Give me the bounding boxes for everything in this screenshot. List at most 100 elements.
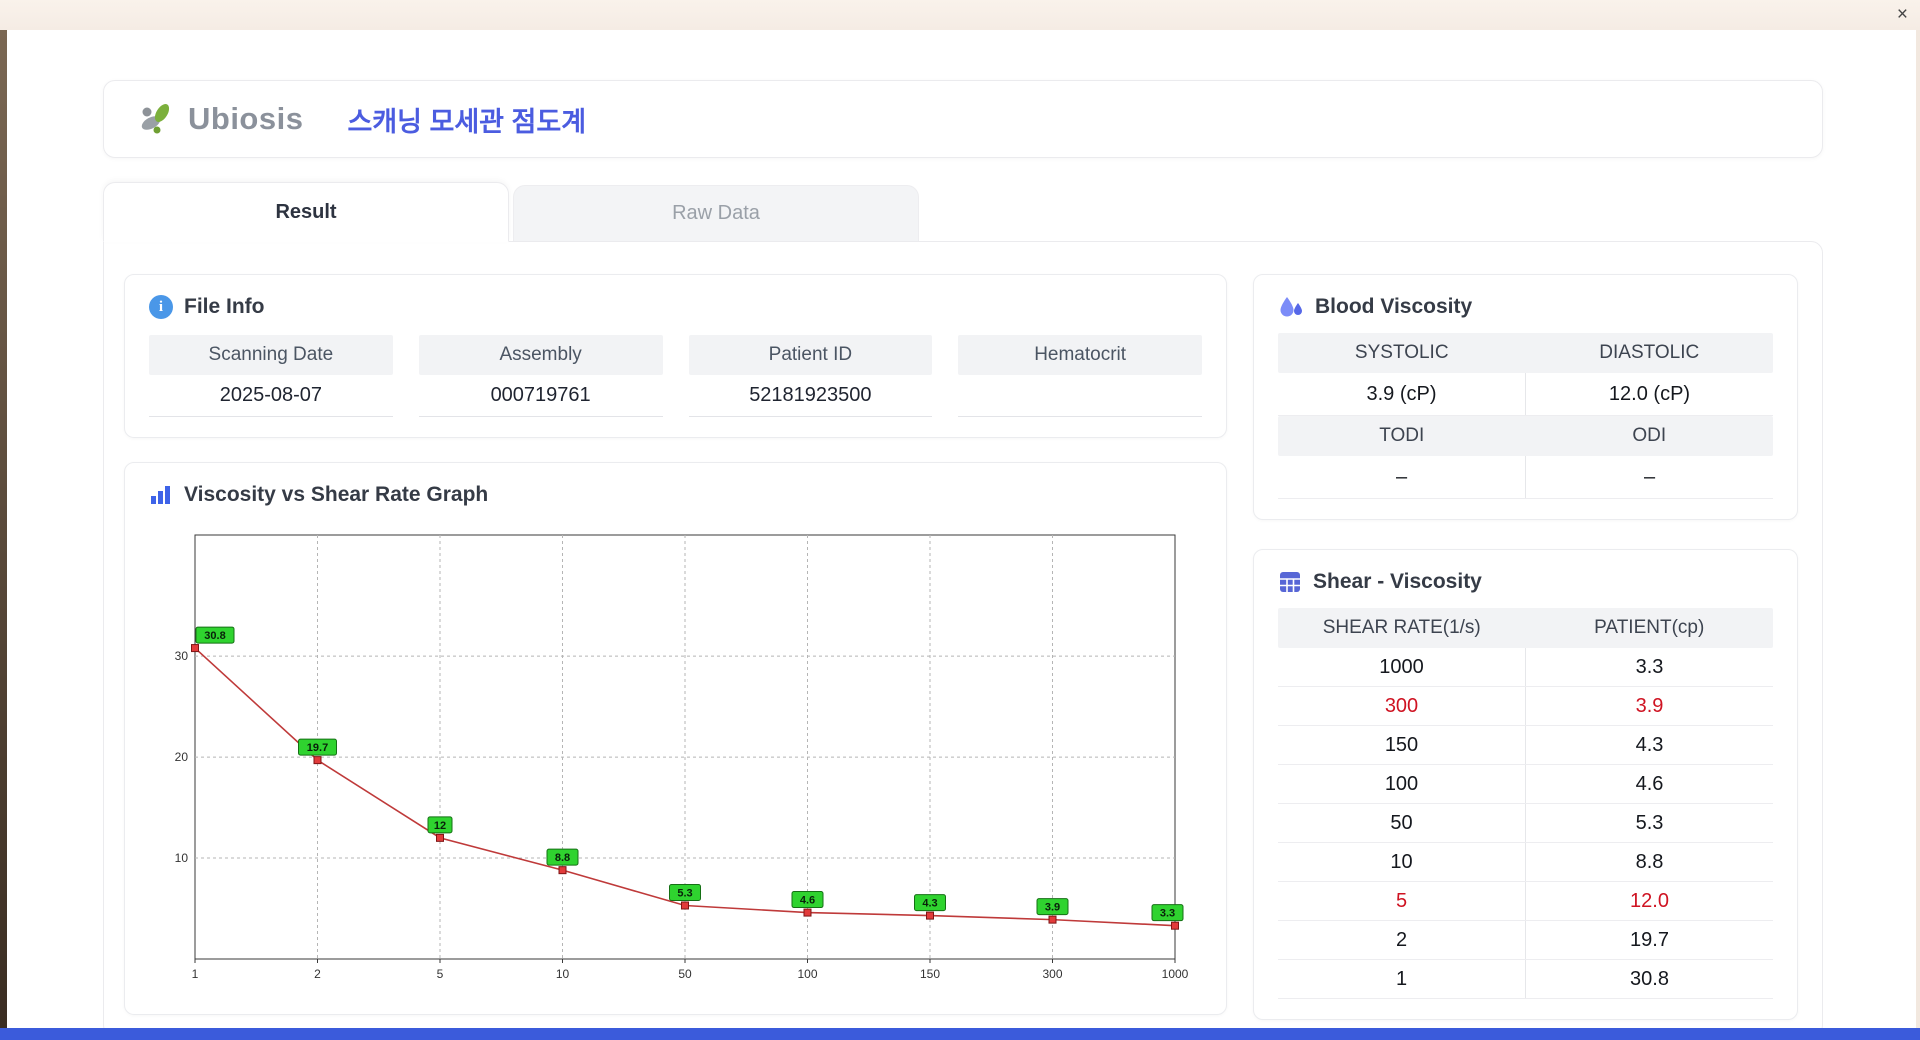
svg-text:3.9: 3.9: [1045, 902, 1060, 914]
svg-text:300: 300: [1042, 967, 1062, 981]
table-header-row: TODI ODI: [1278, 416, 1773, 456]
tab-bar: Result Raw Data: [103, 182, 1823, 242]
file-info-field: Assembly 000719761: [418, 335, 663, 417]
desktop-left-strip: [0, 30, 7, 1028]
column-header: TODI: [1379, 425, 1425, 446]
svg-text:8.8: 8.8: [555, 852, 570, 864]
patient-cell: 8.8: [1525, 843, 1773, 881]
left-column: i File Info Scanning Date 2025-08-07 Ass…: [124, 274, 1227, 1020]
bar-chart-icon: [151, 486, 170, 504]
shear-rate-cell: 5: [1395, 889, 1408, 912]
page-title: 스캐닝 모세관 점도계: [347, 106, 587, 137]
blood-viscosity-title: Blood Viscosity: [1315, 295, 1473, 318]
patient-cell: 12.0: [1525, 882, 1773, 920]
close-icon[interactable]: ×: [1897, 4, 1908, 26]
svg-text:30: 30: [175, 649, 189, 663]
table-row: 2 19.7: [1278, 921, 1773, 960]
shear-viscosity-title: Shear - Viscosity: [1313, 570, 1482, 593]
app-window: Ubiosis 스캐닝 모세관 점도계 Result Raw Data i Fi…: [7, 30, 1916, 1037]
shear-rate-cell: 10: [1390, 850, 1413, 873]
svg-text:1000: 1000: [1162, 967, 1189, 981]
odi-value: –: [1525, 456, 1773, 498]
svg-text:4.3: 4.3: [922, 898, 937, 910]
table-row: 300 3.9: [1278, 687, 1773, 726]
field-value: 2025-08-07: [149, 375, 393, 417]
droplet-icon: [1280, 297, 1302, 317]
table-row: 150 4.3: [1278, 726, 1773, 765]
table-row: 5 12.0: [1278, 882, 1773, 921]
column-header-shear-rate: SHEAR RATE(1/s): [1322, 617, 1481, 638]
file-info-fields: Scanning Date 2025-08-07 Assembly 000719…: [149, 335, 1202, 417]
ubiosis-logo: Ubiosis: [138, 99, 303, 139]
shear-rate-cell: 1000: [1379, 655, 1424, 678]
patient-cell: 19.7: [1525, 921, 1773, 959]
blood-viscosity-table: SYSTOLIC DIASTOLIC 3.9 (cP) 12.0 (cP) TO…: [1278, 333, 1773, 499]
svg-text:5: 5: [437, 967, 444, 981]
svg-text:100: 100: [797, 967, 817, 981]
shear-rate-cell: 100: [1384, 772, 1419, 795]
result-panel: i File Info Scanning Date 2025-08-07 Ass…: [103, 241, 1823, 1037]
shear-rate-cell: 300: [1384, 694, 1419, 717]
table-row: 1 30.8: [1278, 960, 1773, 999]
patient-cell: 3.9: [1525, 687, 1773, 725]
field-label: Scanning Date: [149, 335, 393, 375]
file-info-title: File Info: [184, 295, 265, 318]
svg-text:30.8: 30.8: [204, 630, 225, 642]
blood-viscosity-card: Blood Viscosity SYSTOLIC DIASTOLIC 3.9 (…: [1253, 274, 1798, 520]
systolic-value: 3.9 (cP): [1366, 382, 1437, 405]
table-row: – –: [1278, 456, 1773, 499]
tab-result[interactable]: Result: [103, 182, 509, 242]
column-header: DIASTOLIC: [1599, 342, 1700, 363]
table-header-row: SHEAR RATE(1/s) PATIENT(cp): [1278, 608, 1773, 648]
bottom-accent-bar: [0, 1028, 1920, 1040]
field-label: Assembly: [418, 335, 663, 375]
table-row: 3.9 (cP) 12.0 (cP): [1278, 373, 1773, 416]
svg-text:12: 12: [434, 820, 446, 832]
svg-text:10: 10: [175, 851, 189, 865]
svg-text:150: 150: [920, 967, 940, 981]
file-info-card: i File Info Scanning Date 2025-08-07 Ass…: [124, 274, 1227, 438]
svg-text:50: 50: [678, 967, 692, 981]
table-row: 50 5.3: [1278, 804, 1773, 843]
field-label: Patient ID: [688, 335, 933, 375]
svg-text:3.3: 3.3: [1160, 908, 1175, 920]
table-row: 10 8.8: [1278, 843, 1773, 882]
shear-viscosity-table: SHEAR RATE(1/s) PATIENT(cp) 1000 3.3 300…: [1278, 608, 1773, 999]
file-info-field: Scanning Date 2025-08-07: [149, 335, 393, 417]
app-header: Ubiosis 스캐닝 모세관 점도계: [103, 80, 1823, 158]
info-icon: i: [149, 295, 173, 319]
viscosity-graph-card: Viscosity vs Shear Rate Graph 10 20 30 1 2 5 1…: [124, 462, 1227, 1015]
table-header-row: SYSTOLIC DIASTOLIC: [1278, 333, 1773, 373]
column-header: ODI: [1632, 425, 1667, 446]
shear-rate-cell: 50: [1390, 811, 1413, 834]
patient-cell: 4.6: [1525, 765, 1773, 803]
shear-rate-cell: 1: [1395, 967, 1408, 990]
table-row: 1000 3.3: [1278, 648, 1773, 687]
desktop-right-strip: [1916, 30, 1920, 1028]
desktop-top-strip: ×: [0, 0, 1920, 30]
field-value: 52181923500: [688, 375, 933, 417]
file-info-field: Hematocrit: [958, 335, 1202, 417]
patient-cell: 30.8: [1525, 960, 1773, 998]
field-value: [958, 375, 1202, 417]
svg-text:1: 1: [192, 967, 199, 981]
file-info-field: Patient ID 52181923500: [688, 335, 933, 417]
logo-leaf-icon: [141, 104, 170, 134]
shear-viscosity-card: Shear - Viscosity SHEAR RATE(1/s) PATIEN…: [1253, 549, 1798, 1020]
table-row: 100 4.6: [1278, 765, 1773, 804]
graph-title: Viscosity vs Shear Rate Graph: [184, 483, 489, 506]
patient-cell: 4.3: [1525, 726, 1773, 764]
shear-rate-cell: 150: [1384, 733, 1419, 756]
table-grid-icon: [1280, 572, 1300, 592]
screen: × Ubiosis 스캐닝 모세관 점도계 Result Raw Data i …: [0, 0, 1920, 1040]
svg-text:19.7: 19.7: [307, 742, 328, 754]
right-column: Blood Viscosity SYSTOLIC DIASTOLIC 3.9 (…: [1253, 274, 1798, 1020]
logo-text: Ubiosis: [188, 101, 304, 136]
tab-raw-data[interactable]: Raw Data: [513, 185, 919, 241]
chart-area: 10 20 30 1 2 5 10 50 100 150 300 1000 30.8 19.7 12 8.8 5…: [149, 519, 1202, 994]
viscosity-chart: 1020301 2 5 10 50 100 150 300 100030.819.7128.85…: [175, 534, 1189, 981]
field-label: Hematocrit: [958, 335, 1202, 375]
svg-text:20: 20: [175, 750, 189, 764]
svg-text:2: 2: [314, 967, 321, 981]
diastolic-value: 12.0 (cP): [1525, 373, 1773, 415]
